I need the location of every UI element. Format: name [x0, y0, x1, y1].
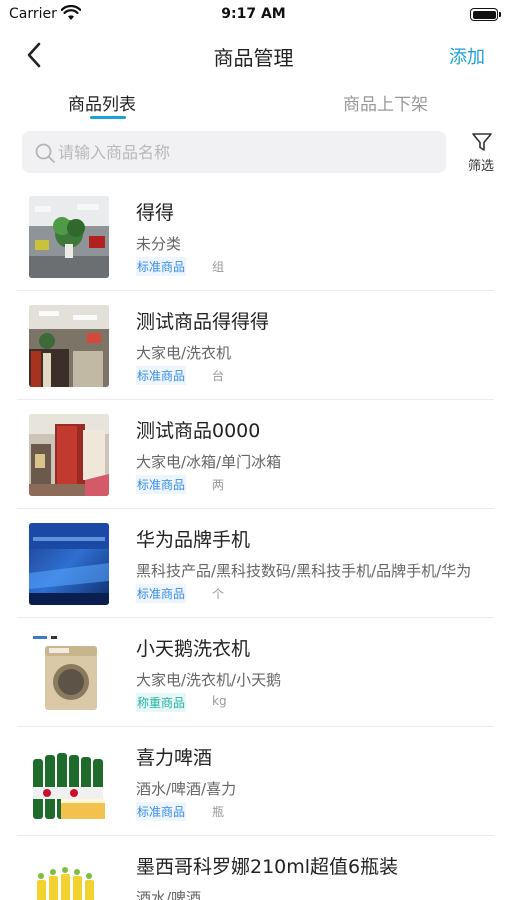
product-item[interactable]: 喜力啤酒 酒水/啤酒/喜力 标准商品 瓶 [0, 727, 507, 836]
battery-icon [470, 8, 501, 21]
product-category: 酒水/啤酒/喜力 [136, 780, 237, 798]
product-name: 得得 [136, 202, 175, 224]
product-thumbnail [29, 632, 109, 714]
product-unit: 个 [212, 587, 225, 601]
back-chevron-icon[interactable] [20, 40, 50, 70]
product-thumbnail [29, 196, 109, 278]
product-category: 未分类 [136, 235, 182, 253]
tab-bar: 商品列表 商品上下架 [0, 84, 507, 122]
add-product-button[interactable]: 添加 [449, 43, 485, 69]
product-category: 黑科技产品/黑科技数码/黑科技手机/品牌手机/华为 [136, 562, 472, 580]
product-thumbnail [29, 850, 109, 900]
page-title: 商品管理 [213, 46, 294, 70]
filter-label: 筛选 [468, 159, 495, 174]
product-item[interactable]: 测试商品0000 大家电/冰箱/单门冰箱 标准商品 两 [0, 400, 507, 509]
funnel-icon [472, 133, 492, 151]
filter-button[interactable]: 筛选 [463, 131, 503, 175]
product-category: 大家电/洗衣机 [136, 344, 232, 362]
product-unit: kg [212, 694, 227, 708]
status-bar: Carrier 9:17 AM [0, 0, 507, 30]
product-thumbnail [29, 305, 109, 387]
product-item[interactable]: 小天鹅洗衣机 大家电/洗衣机/小天鹅 称重商品 kg [0, 618, 507, 727]
product-item[interactable]: 得得 未分类 标准商品 组 [0, 182, 507, 291]
tab-product-shelving[interactable]: 商品上下架 [343, 90, 428, 115]
search-input[interactable] [58, 131, 438, 173]
active-tab-indicator [90, 116, 126, 119]
product-name: 墨西哥科罗娜210ml超值6瓶装 [136, 856, 399, 878]
product-type-badge: 称重商品 [136, 693, 187, 712]
product-name: 华为品牌手机 [136, 529, 251, 551]
product-name: 测试商品得得得 [136, 311, 270, 333]
product-thumbnail [29, 414, 109, 496]
nav-bar: 商品管理 添加 [0, 30, 507, 80]
product-category: 大家电/洗衣机/小天鹅 [136, 671, 282, 689]
search-icon [35, 143, 55, 163]
product-thumbnail [29, 523, 109, 605]
clock-time: 9:17 AM [221, 6, 286, 22]
product-type-badge: 标准商品 [136, 802, 187, 821]
product-category: 大家电/冰箱/单门冰箱 [136, 453, 282, 471]
product-item[interactable]: 测试商品得得得 大家电/洗衣机 标准商品 台 [0, 291, 507, 400]
search-bar [22, 131, 446, 173]
product-item[interactable]: 华为品牌手机 黑科技产品/黑科技数码/黑科技手机/品牌手机/华为 标准商品 个 [0, 509, 507, 618]
product-name: 测试商品0000 [136, 420, 261, 442]
tab-product-list[interactable]: 商品列表 [68, 90, 136, 115]
product-type-badge: 标准商品 [136, 257, 187, 276]
product-item[interactable]: 墨西哥科罗娜210ml超值6瓶装 酒水/啤酒 标准商品 [0, 836, 507, 900]
product-unit: 瓶 [212, 805, 225, 819]
product-type-badge: 标准商品 [136, 584, 187, 603]
product-thumbnail [29, 741, 109, 823]
product-unit: 台 [212, 369, 225, 383]
product-list: 得得 未分类 标准商品 组 测试商品得得得 大家电/洗衣机 标准商品 台 测试商… [0, 182, 507, 900]
product-unit: 两 [212, 478, 225, 492]
product-type-badge: 标准商品 [136, 366, 187, 385]
product-unit: 组 [212, 260, 225, 274]
product-type-badge: 标准商品 [136, 475, 187, 494]
product-name: 小天鹅洗衣机 [136, 638, 251, 660]
product-category: 酒水/啤酒 [136, 889, 202, 900]
product-name: 喜力啤酒 [136, 747, 213, 769]
